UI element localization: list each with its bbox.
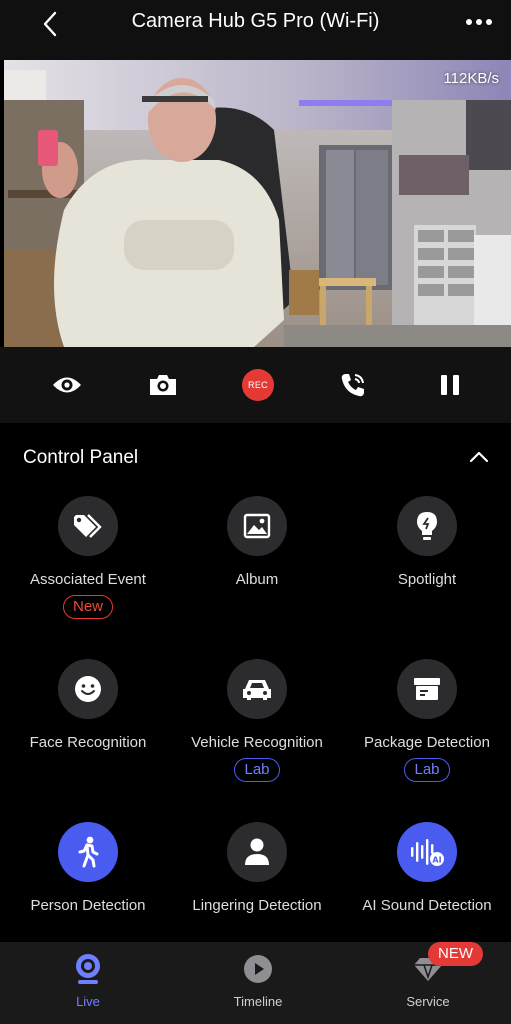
top-bar: Camera Hub G5 Pro (Wi-Fi) [0,0,511,60]
image-icon [243,513,271,539]
call-button[interactable] [335,367,371,403]
tile-vehicle-recognition[interactable]: Vehicle Recognition Lab [172,659,342,782]
sound-wave-ai-icon: AI [411,839,444,866]
ai-sound-detection-icon-circle: AI [397,822,457,882]
control-panel: Control Panel Associated Event New Album [0,423,511,943]
page-title: Camera Hub G5 Pro (Wi-Fi) [131,10,380,32]
view-button[interactable] [49,367,85,403]
record-label: REC [242,369,274,401]
lab-badge: Lab [404,758,450,782]
smile-icon [75,676,101,702]
playback-controls: REC [0,347,511,423]
svg-text:AI: AI [432,856,441,865]
car-icon [243,680,271,700]
bulb-icon [417,512,437,540]
vehicle-recognition-label: Vehicle Recognition [191,734,323,751]
play-circle-icon [241,952,275,986]
lingering-detection-label: Lingering Detection [192,897,322,914]
spotlight-icon-circle [397,496,457,556]
more-button[interactable] [463,10,495,34]
tile-album[interactable]: Album [172,496,342,588]
phone-call-icon [341,374,364,397]
person-icon [245,838,269,865]
new-badge: New [62,595,113,619]
person-detection-label: Person Detection [30,897,146,914]
camera-icon [150,375,176,395]
nav-timeline-label: Timeline [233,994,283,1009]
package-detection-icon-circle [397,659,457,719]
tile-package-detection[interactable]: Package Detection Lab [342,659,511,782]
pause-icon [441,375,459,395]
bitrate-readout: 112KB/s [443,70,499,87]
tile-person-detection[interactable]: Person Detection [3,822,173,914]
nav-service-label: Service [406,994,450,1009]
spotlight-label: Spotlight [397,571,457,588]
chevron-up-icon [469,451,489,463]
control-panel-title: Control Panel [23,447,139,468]
tile-ai-sound-detection[interactable]: AI AI Sound Detection [342,822,511,914]
snapshot-button[interactable] [145,367,181,403]
associated-event-label: Associated Event [30,571,146,588]
face-recognition-label: Face Recognition [29,734,147,751]
eye-icon [53,377,81,393]
album-label: Album [235,571,279,588]
face-recognition-icon-circle [58,659,118,719]
nav-live-label: Live [76,994,100,1009]
nav-timeline[interactable]: Timeline [198,952,318,1009]
tile-associated-event[interactable]: Associated Event New [3,496,173,619]
tags-icon [74,514,102,538]
album-icon-circle [227,496,287,556]
tile-face-recognition[interactable]: Face Recognition [3,659,173,751]
associated-event-icon-circle [58,496,118,556]
lab-badge: Lab [234,758,280,782]
package-detection-label: Package Detection [364,734,490,751]
service-new-badge: NEW [428,942,483,966]
more-horizontal-icon [466,19,492,25]
package-icon [414,678,440,700]
collapse-button[interactable] [465,443,493,471]
ai-sound-detection-label: AI Sound Detection [362,897,492,914]
live-video[interactable]: 112KB/s [4,60,511,347]
tile-lingering-detection[interactable]: Lingering Detection [172,822,342,914]
lingering-detection-icon-circle [227,822,287,882]
pause-button[interactable] [432,367,468,403]
person-detection-icon-circle [58,822,118,882]
bottom-navigation: Live Timeline Service NEW [0,942,511,1024]
record-button[interactable]: REC [240,367,276,403]
walking-person-icon [78,836,99,868]
live-camera-icon [71,952,105,986]
nav-live[interactable]: Live [28,952,148,1009]
video-frame [4,60,511,347]
vehicle-recognition-icon-circle [227,659,287,719]
tile-spotlight[interactable]: Spotlight [342,496,511,588]
